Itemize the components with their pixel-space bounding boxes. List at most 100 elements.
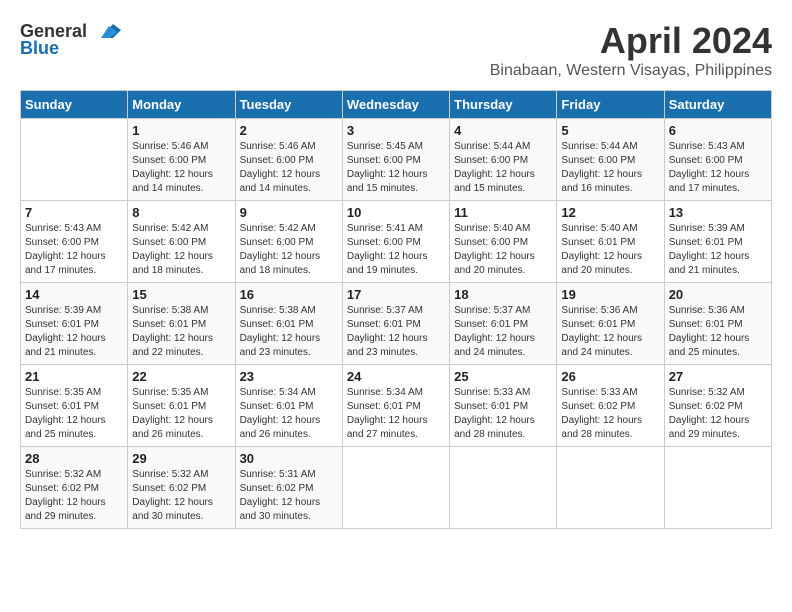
calendar-cell: 21Sunrise: 5:35 AM Sunset: 6:01 PM Dayli… [21,365,128,447]
day-number: 22 [132,369,230,384]
day-number: 16 [240,287,338,302]
day-number: 10 [347,205,445,220]
day-number: 13 [669,205,767,220]
month-year: April 2024 [490,20,772,62]
day-number: 14 [25,287,123,302]
day-number: 9 [240,205,338,220]
day-header-saturday: Saturday [664,91,771,119]
calendar-cell: 3 Sunrise: 5:45 AM Sunset: 6:00 PM Daylig… [342,119,449,201]
day-number: 19 [561,287,659,302]
day-number: 12 [561,205,659,220]
day-info: Sunrise: 5:46 AM Sunset: 6:00 PM Dayligh… [132,140,230,196]
day-header-monday: Monday [128,91,235,119]
day-info: Sunrise: 5:39 AM Sunset: 6:01 PM Dayligh… [669,222,767,278]
day-info: Sunrise: 5:42 AM Sunset: 6:00 PM Dayligh… [240,222,338,278]
day-number: 7 [25,205,123,220]
day-number: 30 [240,451,338,466]
day-number: 29 [132,451,230,466]
calendar-cell: 4Sunrise: 5:44 AM Sunset: 6:00 PM Daylig… [450,119,557,201]
calendar-cell: 15 Sunrise: 5:38 AM Sunset: 6:01 PM Dayli… [128,283,235,365]
day-number: 23 [240,369,338,384]
day-info: Sunrise: 5:32 AM Sunset: 6:02 PM Dayligh… [669,386,767,442]
day-info: Sunrise: 5:37 AM Sunset: 6:01 PM Dayligh… [347,304,445,360]
calendar-cell: 28 Sunrise: 5:32 AM Sunset: 6:02 PM Dayli… [21,447,128,529]
header: General Blue April 2024 Binabaan, Wester… [20,20,772,80]
day-number: 17 [347,287,445,302]
day-number: 3 [347,123,445,138]
day-info: Sunrise: 5:36 AM Sunset: 6:01 PM Dayligh… [561,304,659,360]
calendar-cell: 16 Sunrise: 5:38 AM Sunset: 6:01 PM Dayli… [235,283,342,365]
calendar-cell: 17 Sunrise: 5:37 AM Sunset: 6:01 PM Dayli… [342,283,449,365]
day-number: 24 [347,369,445,384]
day-header-thursday: Thursday [450,91,557,119]
day-header-tuesday: Tuesday [235,91,342,119]
calendar-cell: 26 Sunrise: 5:33 AM Sunset: 6:02 PM Dayli… [557,365,664,447]
calendar-cell: 12 Sunrise: 5:40 AM Sunset: 6:01 PM Dayli… [557,201,664,283]
day-info: Sunrise: 5:40 AM Sunset: 6:01 PM Dayligh… [561,222,659,278]
day-info: Sunrise: 5:34 AM Sunset: 6:01 PM Dayligh… [240,386,338,442]
day-info: Sunrise: 5:41 AM Sunset: 6:00 PM Dayligh… [347,222,445,278]
calendar-cell: 19 Sunrise: 5:36 AM Sunset: 6:01 PM Dayli… [557,283,664,365]
calendar-cell: 8 Sunrise: 5:42 AM Sunset: 6:00 PM Daylig… [128,201,235,283]
calendar-cell: 14 Sunrise: 5:39 AM Sunset: 6:01 PM Dayli… [21,283,128,365]
calendar-cell [21,119,128,201]
day-number: 18 [454,287,552,302]
day-info: Sunrise: 5:43 AM Sunset: 6:00 PM Dayligh… [25,222,123,278]
day-info: Sunrise: 5:34 AM Sunset: 6:01 PM Dayligh… [347,386,445,442]
day-number: 5 [561,123,659,138]
day-number: 20 [669,287,767,302]
location: Binabaan, Western Visayas, Philippines [490,62,772,80]
day-number: 11 [454,205,552,220]
day-info: Sunrise: 5:33 AM Sunset: 6:02 PM Dayligh… [561,386,659,442]
calendar-cell: 18 Sunrise: 5:37 AM Sunset: 6:01 PM Dayli… [450,283,557,365]
calendar-cell: 11 Sunrise: 5:40 AM Sunset: 6:00 PM Dayli… [450,201,557,283]
day-number: 26 [561,369,659,384]
day-info: Sunrise: 5:46 AM Sunset: 6:00 PM Dayligh… [240,140,338,196]
logo-icon [91,20,121,42]
day-info: Sunrise: 5:35 AM Sunset: 6:01 PM Dayligh… [132,386,230,442]
calendar-cell: 9 Sunrise: 5:42 AM Sunset: 6:00 PM Daylig… [235,201,342,283]
day-number: 28 [25,451,123,466]
calendar-cell: 20Sunrise: 5:36 AM Sunset: 6:01 PM Dayli… [664,283,771,365]
day-header-wednesday: Wednesday [342,91,449,119]
day-header-friday: Friday [557,91,664,119]
logo-blue: Blue [20,38,59,59]
day-number: 21 [25,369,123,384]
calendar-cell: 6 Sunrise: 5:43 AM Sunset: 6:00 PM Daylig… [664,119,771,201]
day-info: Sunrise: 5:37 AM Sunset: 6:01 PM Dayligh… [454,304,552,360]
calendar-cell: 25 Sunrise: 5:33 AM Sunset: 6:01 PM Dayli… [450,365,557,447]
calendar-cell: 29Sunrise: 5:32 AM Sunset: 6:02 PM Dayli… [128,447,235,529]
calendar-cell: 30 Sunrise: 5:31 AM Sunset: 6:02 PM Dayli… [235,447,342,529]
calendar-cell [342,447,449,529]
logo: General Blue [20,20,121,59]
day-info: Sunrise: 5:43 AM Sunset: 6:00 PM Dayligh… [669,140,767,196]
day-info: Sunrise: 5:45 AM Sunset: 6:00 PM Dayligh… [347,140,445,196]
title-area: April 2024 Binabaan, Western Visayas, Ph… [490,20,772,80]
calendar-cell: 7 Sunrise: 5:43 AM Sunset: 6:00 PM Daylig… [21,201,128,283]
calendar-cell: 27 Sunrise: 5:32 AM Sunset: 6:02 PM Dayli… [664,365,771,447]
day-info: Sunrise: 5:38 AM Sunset: 6:01 PM Dayligh… [132,304,230,360]
day-info: Sunrise: 5:38 AM Sunset: 6:01 PM Dayligh… [240,304,338,360]
day-number: 15 [132,287,230,302]
calendar-cell: 5Sunrise: 5:44 AM Sunset: 6:00 PM Daylig… [557,119,664,201]
day-number: 2 [240,123,338,138]
day-info: Sunrise: 5:40 AM Sunset: 6:00 PM Dayligh… [454,222,552,278]
calendar-cell: 22 Sunrise: 5:35 AM Sunset: 6:01 PM Dayli… [128,365,235,447]
calendar-cell [664,447,771,529]
day-info: Sunrise: 5:39 AM Sunset: 6:01 PM Dayligh… [25,304,123,360]
calendar-cell: 13 Sunrise: 5:39 AM Sunset: 6:01 PM Dayli… [664,201,771,283]
day-number: 25 [454,369,552,384]
day-info: Sunrise: 5:32 AM Sunset: 6:02 PM Dayligh… [25,468,123,524]
calendar-cell: 10 Sunrise: 5:41 AM Sunset: 6:00 PM Dayli… [342,201,449,283]
calendar-table: SundayMondayTuesdayWednesdayThursdayFrid… [20,90,772,529]
day-number: 27 [669,369,767,384]
calendar-cell: 23 Sunrise: 5:34 AM Sunset: 6:01 PM Dayli… [235,365,342,447]
calendar-cell [450,447,557,529]
day-info: Sunrise: 5:33 AM Sunset: 6:01 PM Dayligh… [454,386,552,442]
day-info: Sunrise: 5:42 AM Sunset: 6:00 PM Dayligh… [132,222,230,278]
day-info: Sunrise: 5:31 AM Sunset: 6:02 PM Dayligh… [240,468,338,524]
day-header-sunday: Sunday [21,91,128,119]
day-number: 8 [132,205,230,220]
day-number: 6 [669,123,767,138]
calendar-cell: 24 Sunrise: 5:34 AM Sunset: 6:01 PM Dayli… [342,365,449,447]
